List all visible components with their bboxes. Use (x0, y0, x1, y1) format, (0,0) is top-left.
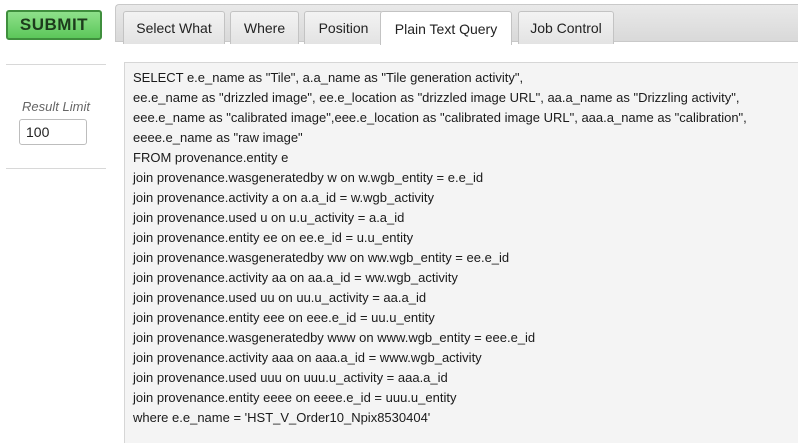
query-line: join provenance.entity ee on ee.e_id = u… (133, 230, 414, 245)
result-limit-label: Result Limit (22, 99, 90, 114)
query-line: where e.e_name = 'HST_V_Order10_Npix8530… (133, 410, 431, 425)
query-textarea[interactable]: SELECT e.e_name as "Tile", a.a_name as "… (124, 62, 798, 443)
query-line: join provenance.activity a on a.a_id = w… (133, 190, 434, 205)
tab-where[interactable]: Where (230, 11, 299, 44)
divider (6, 168, 106, 169)
query-line: join provenance.wasgeneratedby w on w.wg… (133, 170, 484, 185)
tab-plain-text-query[interactable]: Plain Text Query (380, 11, 512, 45)
query-line: join provenance.entity eee on eee.e_id =… (133, 310, 435, 325)
query-line: join provenance.entity eeee on eeee.e_id… (133, 390, 457, 405)
query-line: eeee.e_name as "raw image" (133, 130, 303, 145)
query-line: SELECT e.e_name as "Tile", a.a_name as "… (133, 70, 524, 85)
query-line: FROM provenance.entity e (133, 150, 289, 165)
tab-select-what[interactable]: Select What (123, 11, 225, 44)
query-line: join provenance.used u on u.u_activity =… (133, 210, 405, 225)
query-line: join provenance.used uuu on uuu.u_activi… (133, 370, 448, 385)
tab-bar: Select What Where Position Plain Text Qu… (115, 4, 798, 45)
query-line: join provenance.activity aa on aa.a_id =… (133, 270, 458, 285)
query-line: eee.e_name as "calibrated image",eee.e_l… (133, 110, 747, 125)
result-limit-input[interactable] (19, 119, 87, 145)
divider (6, 64, 106, 65)
query-line: join provenance.wasgeneratedby www on ww… (133, 330, 536, 345)
submit-button[interactable]: SUBMIT (6, 10, 102, 40)
tab-position[interactable]: Position (304, 11, 383, 44)
tab-job-control[interactable]: Job Control (518, 11, 614, 44)
query-line: ee.e_name as "drizzled image", ee.e_loca… (133, 90, 740, 105)
query-line: join provenance.used uu on uu.u_activity… (133, 290, 427, 305)
query-line: join provenance.wasgeneratedby ww on ww.… (133, 250, 510, 265)
left-panel: SUBMIT Result Limit (0, 0, 112, 443)
query-line: join provenance.activity aaa on aaa.a_id… (133, 350, 482, 365)
